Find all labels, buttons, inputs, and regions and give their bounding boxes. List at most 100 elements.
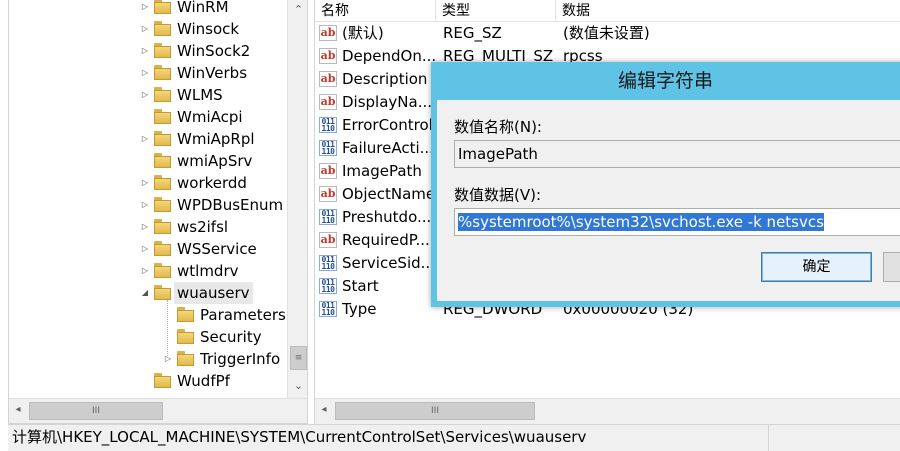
value-name-field[interactable]: ImagePath [454,140,900,168]
expand-arrow-icon[interactable]: ▷ [139,172,151,194]
tree-item-label: wtlmdrv [177,262,239,280]
column-header-type[interactable]: 类型 [436,0,556,22]
expand-arrow-icon[interactable]: ▷ [139,238,151,260]
list-hscroll-thumb[interactable]: III [335,402,535,420]
expand-arrow-icon[interactable]: ▷ [139,260,151,282]
tree-item-label: Parameters [200,306,286,324]
tree-item-label: WinVerbs [177,64,248,82]
tree-item-label: WinSock2 [177,42,251,60]
value-name: Start [342,277,379,295]
thumb-grip-icon: ≡ [294,353,303,363]
expand-arrow-icon[interactable]: ▷ [139,194,151,216]
string-value-icon: ab [319,71,337,87]
ok-button[interactable]: 确定 [761,252,872,282]
binary-value-icon: 011 110 [319,140,337,156]
value-name: ErrorControl [342,116,433,134]
folder-icon [176,351,196,367]
tree-item-label: wuauserv [174,282,253,304]
folder-icon [153,131,173,147]
value-name: DependOn... [342,47,436,65]
folder-icon [153,109,173,125]
tree-item-label: ws2ifsl [177,218,229,236]
tree-item-label: WmiAcpi [177,108,243,126]
value-name: RequiredP... [342,231,430,249]
hscroll-grip-icon: III [92,406,100,416]
folder-icon [153,197,173,213]
tree-horizontal-scrollbar[interactable]: ◂ III [9,398,307,423]
value-name: Description [342,70,428,88]
expand-arrow-icon[interactable]: ▷ [162,348,174,370]
folder-icon [153,263,173,279]
binary-value-icon: 011 110 [319,117,337,133]
value-name-label: 数值名称(N): [454,118,542,136]
column-header-data[interactable]: 数据 [556,0,900,22]
expand-arrow-icon[interactable]: ▷ [139,128,151,150]
selected-value-data[interactable]: %systemroot%\system32\svchost.exe -k net… [458,213,824,231]
list-hscroll-grip-icon: III [431,406,439,416]
binary-value-icon: 011 110 [319,255,337,271]
string-value-icon: ab [319,186,337,202]
expand-arrow-icon[interactable]: ▷ [139,40,151,62]
expand-arrow-icon[interactable]: ▷ [139,84,151,106]
value-row[interactable]: ab (默认) REG_SZ (数值未设置) [315,22,900,45]
registry-path: 计算机\HKEY_LOCAL_MACHINE\SYSTEM\CurrentCon… [12,428,587,446]
expanded-arrow-icon[interactable]: ◢ [139,282,151,304]
tree-item-label: WinRM [177,0,229,16]
column-header-name[interactable]: 名称 [315,0,436,22]
scroll-down-button[interactable]: ⌄ [288,376,307,396]
folder-icon [153,219,173,235]
tree-item-label: WPDBusEnum [177,196,284,214]
binary-value-icon: 011 110 [319,278,337,294]
tree-item-label: workerdd [177,174,247,192]
edit-string-dialog[interactable]: 编辑字符串 数值名称(N): ImagePath 数值数据(V): %syste… [431,62,900,307]
binary-value-icon: 011 110 [319,209,337,225]
value-name: Type [342,300,377,318]
folder-icon [176,307,196,323]
value-name: ServiceSid... [342,254,435,272]
string-value-icon: ab [319,94,337,110]
tree-item-label: WSService [177,240,257,258]
value-name: FailureActi... [342,139,434,157]
expand-arrow-icon[interactable]: ▷ [139,0,151,18]
status-bar: 计算机\HKEY_LOCAL_MACHINE\SYSTEM\CurrentCon… [8,424,768,451]
tree-item-label: wmiApSrv [177,152,253,170]
list-scroll-left-button[interactable]: ◂ [315,399,333,424]
expand-arrow-icon[interactable]: ▷ [139,216,151,238]
registry-key-tree[interactable]: ▷ WinRM ▷ Winsock ▷ WinSock2 ▷ WinVerbs ▷ WLMS Wmi… [8,0,308,424]
value-name: ObjectName [342,185,436,203]
expand-arrow-icon[interactable]: ▷ [139,62,151,84]
list-horizontal-scrollbar[interactable]: ◂ III [315,398,900,424]
tree-item-label: Winsock [177,20,240,38]
folder-icon [153,285,173,301]
folder-icon [153,43,173,59]
scroll-up-button[interactable]: ⌃ [288,0,307,20]
value-name: DisplayNa... [342,93,433,111]
tree-vertical-scrollbar[interactable]: ⌃ ≡ ⌄ [287,0,307,398]
cancel-button[interactable] [883,252,900,282]
value-data: (数值未设置) [563,24,650,42]
value-name: Preshutdo... [342,208,432,226]
folder-icon [153,65,173,81]
expand-arrow-icon[interactable]: ▷ [139,18,151,40]
value-data-field[interactable]: %systemroot%\system32\svchost.exe -k net… [454,208,900,236]
status-bar-right-section [768,424,900,451]
string-value-icon: ab [319,163,337,179]
string-value-icon: ab [319,25,337,41]
tree-item-label: Security [200,328,262,346]
folder-icon [153,153,173,169]
value-data-label: 数值数据(V): [454,186,542,204]
scroll-left-button[interactable]: ◂ [9,399,27,423]
string-value-icon: ab [319,232,337,248]
value-name: ImagePath [342,162,422,180]
tree-scroll-thumb[interactable]: ≡ [290,346,307,370]
tree-list[interactable]: ▷ WinRM ▷ Winsock ▷ WinSock2 ▷ WinVerbs ▷ WLMS Wmi… [9,0,287,398]
string-value-icon: ab [319,48,337,64]
value-type: REG_SZ [443,24,502,42]
tree-hscroll-thumb[interactable]: III [29,402,163,420]
tree-guide-line [167,300,168,356]
folder-icon [153,241,173,257]
folder-icon [153,373,173,389]
folder-icon [153,0,173,15]
tree-item-label: WmiApRpl [177,130,255,148]
value-name: (默认) [342,24,384,42]
